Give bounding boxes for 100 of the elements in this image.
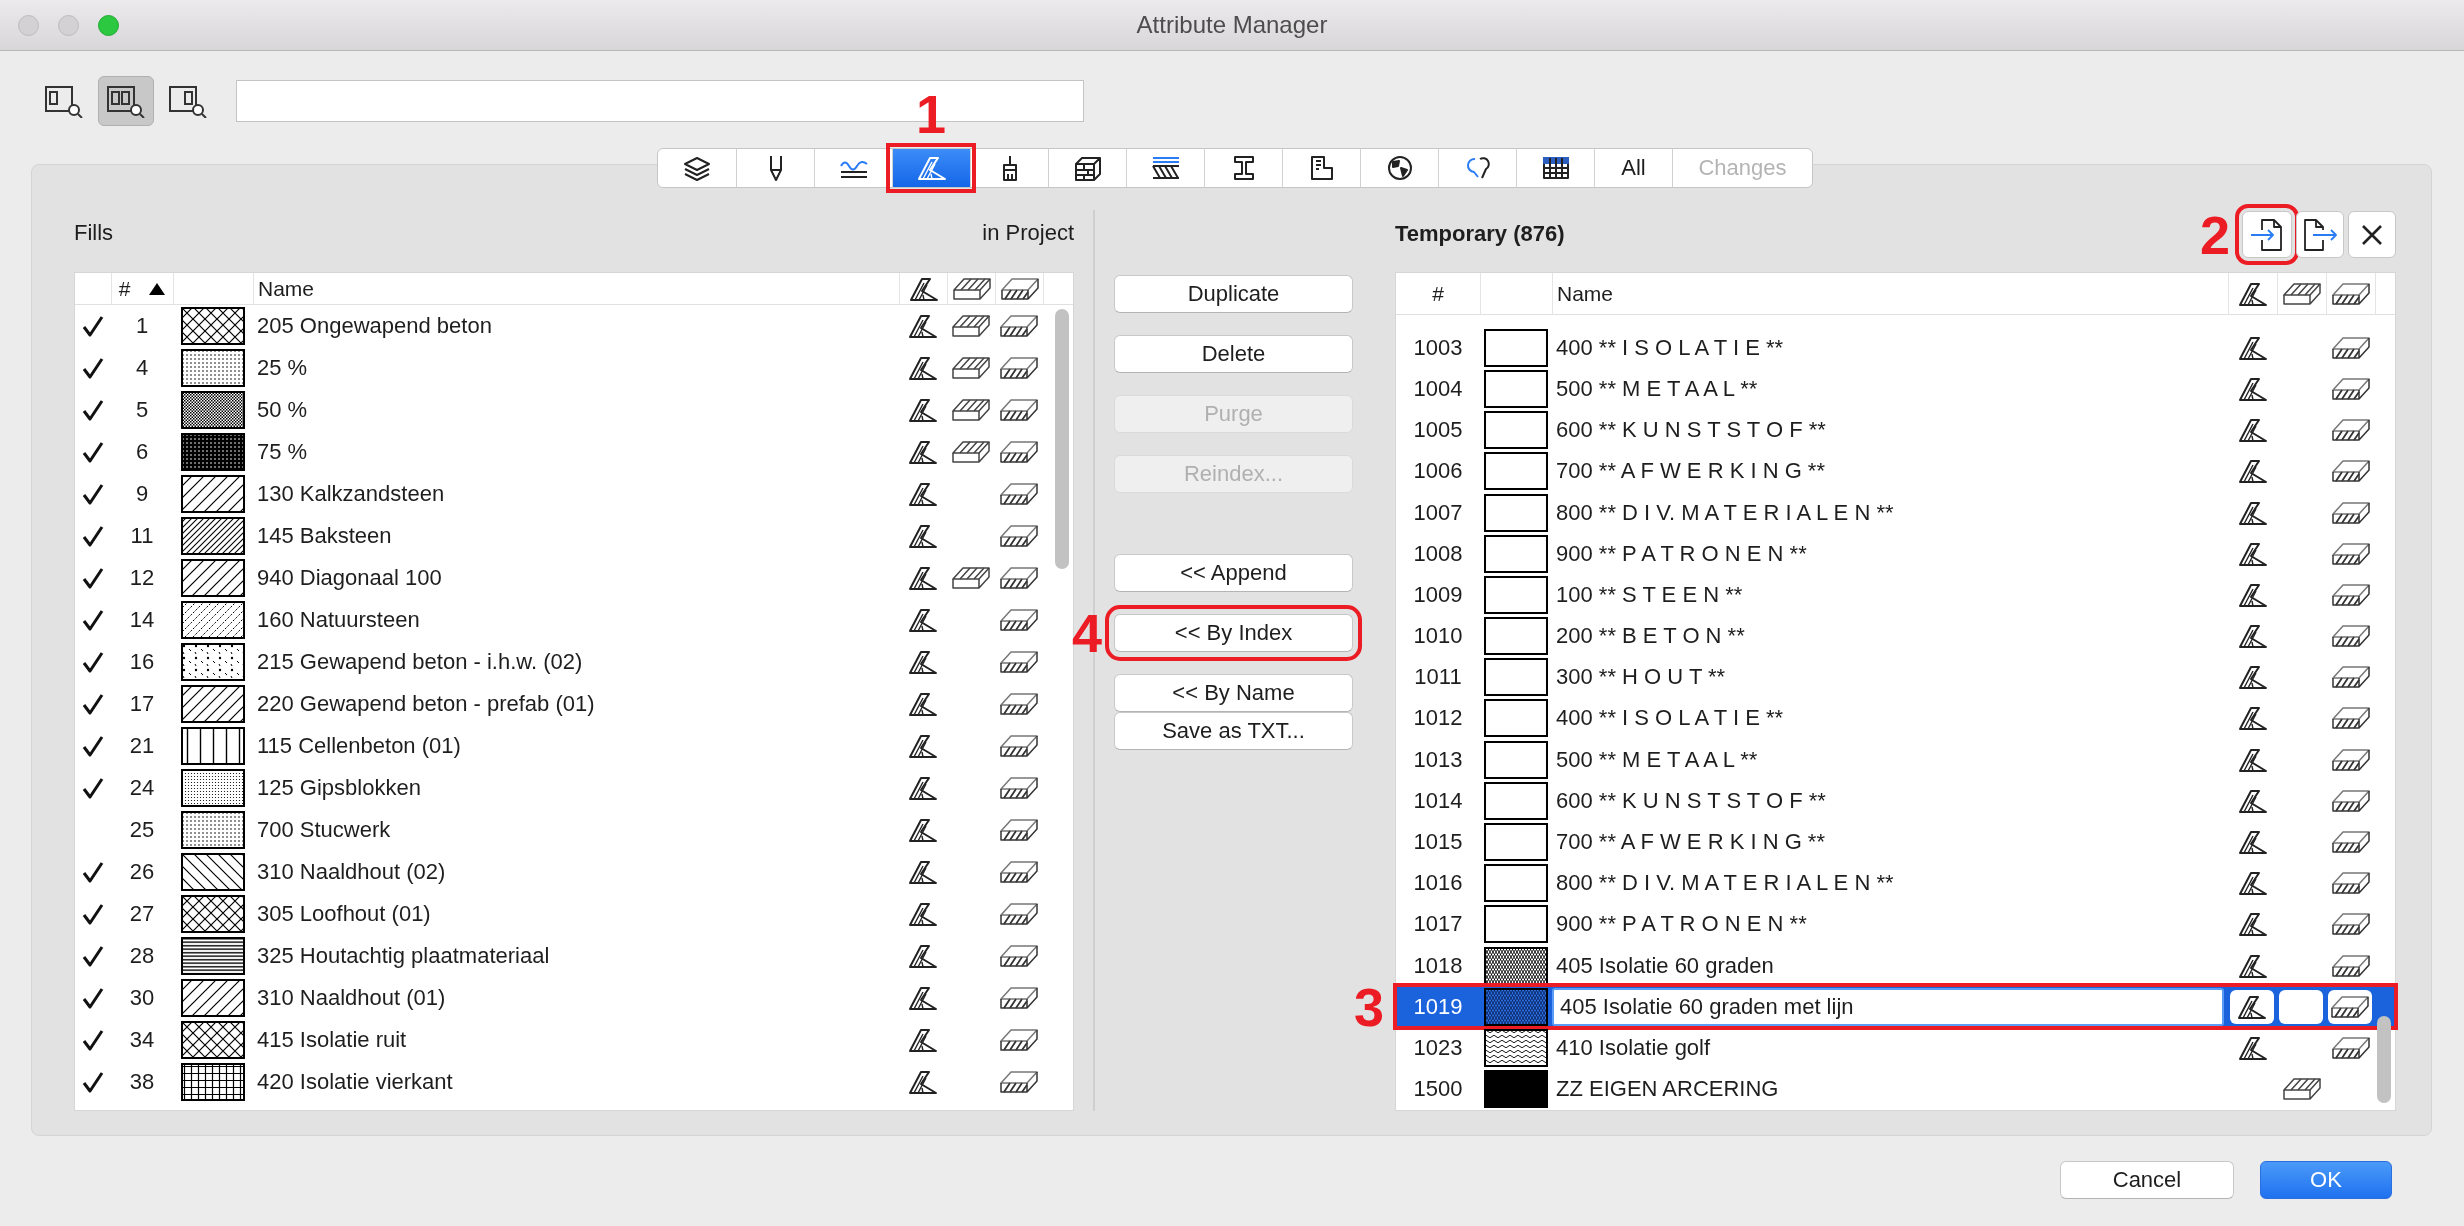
name-field[interactable]: 405 Isolatie 60 graden met lijn xyxy=(1552,987,2224,1026)
action-button[interactable]: << Append xyxy=(1114,554,1353,592)
pattern-swatch-icon xyxy=(1484,369,1548,408)
fill-row[interactable]: 1003 400 ** I S O L A T I E ** xyxy=(1396,327,2395,369)
fill-row[interactable]: 1500 ZZ EIGEN ARCERING xyxy=(1396,1068,2395,1110)
pattern-swatch-icon xyxy=(181,391,245,429)
close-button[interactable] xyxy=(2348,211,2396,258)
table-cell-text: 12 xyxy=(128,565,156,591)
table-cell-text: 1003 xyxy=(1412,334,1464,361)
fill-row[interactable]: 21 115 Cellenbeton (01) xyxy=(75,725,1073,767)
pattern-swatch-icon xyxy=(181,1063,245,1101)
table-cell-text: 420 Isolatie vierkant xyxy=(256,1069,454,1095)
callout-number: 1 xyxy=(916,87,946,141)
dialog-button[interactable]: Cancel xyxy=(2060,1161,2234,1199)
table-cell-text: 1010 xyxy=(1412,623,1464,650)
fill-row[interactable]: 1017 900 ** P A T R O N E N ** xyxy=(1396,903,2395,945)
fill-row[interactable]: 1015 700 ** A F W E R K I N G ** xyxy=(1396,821,2395,863)
fill-row[interactable]: 1011 300 ** H O U T ** xyxy=(1396,656,2395,698)
fill-row[interactable]: 27 305 Loofhout (01) xyxy=(75,893,1073,935)
file-action-button[interactable] xyxy=(2296,211,2344,258)
table-cell-text: 1018 xyxy=(1412,952,1464,979)
table-cell-text: 75 % xyxy=(256,439,309,465)
fill-row[interactable]: 24 125 Gipsblokken xyxy=(75,767,1073,809)
pattern-swatch-icon xyxy=(181,559,245,597)
fill-row[interactable]: 6 75 % xyxy=(75,431,1073,473)
pattern-swatch-icon xyxy=(181,937,245,975)
column-header[interactable]: Name xyxy=(253,273,899,304)
pattern-swatch-icon xyxy=(1484,987,1548,1026)
table-cell-text: 940 Diagonaal 100 xyxy=(256,565,443,591)
fill-row[interactable]: 1023 410 Isolatie golf xyxy=(1396,1027,2395,1069)
callout-number: 2 xyxy=(2199,207,2230,262)
pattern-swatch-icon xyxy=(1484,575,1548,614)
fill-row[interactable]: 1007 800 ** D I V. M A T E R I A L E N ** xyxy=(1396,491,2395,534)
table-cell-text: 21 xyxy=(128,733,156,759)
table-cell-text: 700 ** A F W E R K I N G ** xyxy=(1555,458,1826,485)
panel-search-icon xyxy=(106,84,146,118)
fill-row[interactable]: 5 50 % xyxy=(75,389,1073,431)
save-button[interactable]: Save as TXT... xyxy=(1114,712,1353,750)
fill-row[interactable]: 14 160 Natuursteen xyxy=(75,599,1073,641)
table-cell-text: 145 Baksteen xyxy=(256,523,393,549)
fill-row[interactable]: 1019 405 Isolatie 60 graden met lijn xyxy=(1396,986,2395,1028)
fill-row[interactable]: 1008 900 ** P A T R O N E N ** xyxy=(1396,533,2395,575)
pattern-swatch-icon xyxy=(181,811,245,849)
table-cell-text: ZZ EIGEN ARCERING xyxy=(1555,1076,1780,1103)
pattern-swatch-icon xyxy=(181,475,245,513)
table-cell-text: 400 ** I S O L A T I E ** xyxy=(1555,705,1785,732)
view-mode-button[interactable] xyxy=(98,76,154,126)
column-header[interactable]: # xyxy=(1432,281,1444,306)
table-cell-text: 1015 xyxy=(1412,829,1464,856)
table-cell-text: 205 Ongewapend beton xyxy=(256,313,493,339)
action-button[interactable]: Delete xyxy=(1114,335,1353,373)
sort-ascending-icon[interactable] xyxy=(148,281,167,296)
table-cell-text: 14 xyxy=(128,607,156,633)
table-cell-text: 310 Naaldhout (02) xyxy=(256,859,447,885)
pattern-swatch-icon xyxy=(181,853,245,891)
table-cell-text: 1004 xyxy=(1412,375,1464,402)
fill-row[interactable]: 12 940 Diagonaal 100 xyxy=(75,557,1073,599)
fill-row[interactable]: 1010 200 ** B E T O N ** xyxy=(1396,615,2395,657)
fill-row[interactable]: 1013 500 ** M E T A A L ** xyxy=(1396,739,2395,781)
column-header[interactable]: # xyxy=(118,276,131,301)
fill-row[interactable]: 1 205 Ongewapend beton xyxy=(75,305,1073,347)
pattern-swatch-icon xyxy=(181,979,245,1017)
fill-row[interactable]: 1009 100 ** S T E E N ** xyxy=(1396,574,2395,616)
action-button[interactable]: << By Name xyxy=(1114,674,1353,712)
fill-row[interactable]: 1012 400 ** I S O L A T I E ** xyxy=(1396,697,2395,740)
box-front-hatch-icon xyxy=(999,275,1040,302)
fill-row[interactable]: 26 310 Naaldhout (02) xyxy=(75,851,1073,893)
fill-row[interactable]: 9 130 Kalkzandsteen xyxy=(75,473,1073,515)
table-cell-text: 1017 xyxy=(1412,911,1464,938)
action-button[interactable]: Duplicate xyxy=(1114,275,1353,313)
fill-row[interactable]: 34 415 Isolatie ruit xyxy=(75,1019,1073,1061)
close-icon xyxy=(2360,222,2384,247)
fill-row[interactable]: 25 700 Stucwerk xyxy=(75,809,1073,851)
dialog-button[interactable]: OK xyxy=(2260,1161,2392,1199)
pattern-swatch-icon xyxy=(1484,658,1548,697)
fill-row[interactable]: 11 145 Baksteen xyxy=(75,515,1073,557)
table-cell-text: 30 xyxy=(128,985,156,1011)
fill-row[interactable]: 16 215 Gewapend beton - i.h.w. (02) xyxy=(75,641,1073,683)
fill-row[interactable]: 1004 500 ** M E T A A L ** xyxy=(1396,368,2395,410)
table-cell-text: 100 ** S T E E N ** xyxy=(1555,581,1744,608)
table-cell-text: 500 ** M E T A A L ** xyxy=(1555,746,1759,773)
table-cell-text: 700 Stucwerk xyxy=(256,817,392,843)
fill-row[interactable]: 1016 800 ** D I V. M A T E R I A L E N ** xyxy=(1396,862,2395,904)
table-cell-text: 125 Gipsblokken xyxy=(256,775,422,801)
fill-row[interactable]: 28 325 Houtachtig plaatmateriaal xyxy=(75,935,1073,977)
scrollbar-thumb[interactable] xyxy=(2377,1016,2391,1103)
category-tab[interactable]: All xyxy=(1594,149,1672,187)
column-header[interactable]: Name xyxy=(1552,273,2228,315)
fill-row[interactable]: 17 220 Gewapend beton - prefab (01) xyxy=(75,683,1073,725)
scrollbar-thumb[interactable] xyxy=(1055,309,1069,569)
fill-row[interactable]: 1014 600 ** K U N S T S T O F ** xyxy=(1396,780,2395,822)
fill-row[interactable]: 1005 600 ** K U N S T S T O F ** xyxy=(1396,409,2395,451)
fill-row[interactable]: 4 25 % xyxy=(75,347,1073,389)
fill-row[interactable]: 38 420 Isolatie vierkant xyxy=(75,1061,1073,1103)
fill-row[interactable]: 1006 700 ** A F W E R K I N G ** xyxy=(1396,450,2395,492)
table-cell-text: 800 ** D I V. M A T E R I A L E N ** xyxy=(1555,870,1895,897)
table-cell-text: 1500 xyxy=(1412,1076,1464,1103)
fill-row[interactable]: 30 310 Naaldhout (01) xyxy=(75,977,1073,1019)
pattern-swatch-icon xyxy=(1484,1070,1548,1109)
table-cell-text: 1005 xyxy=(1412,417,1464,444)
